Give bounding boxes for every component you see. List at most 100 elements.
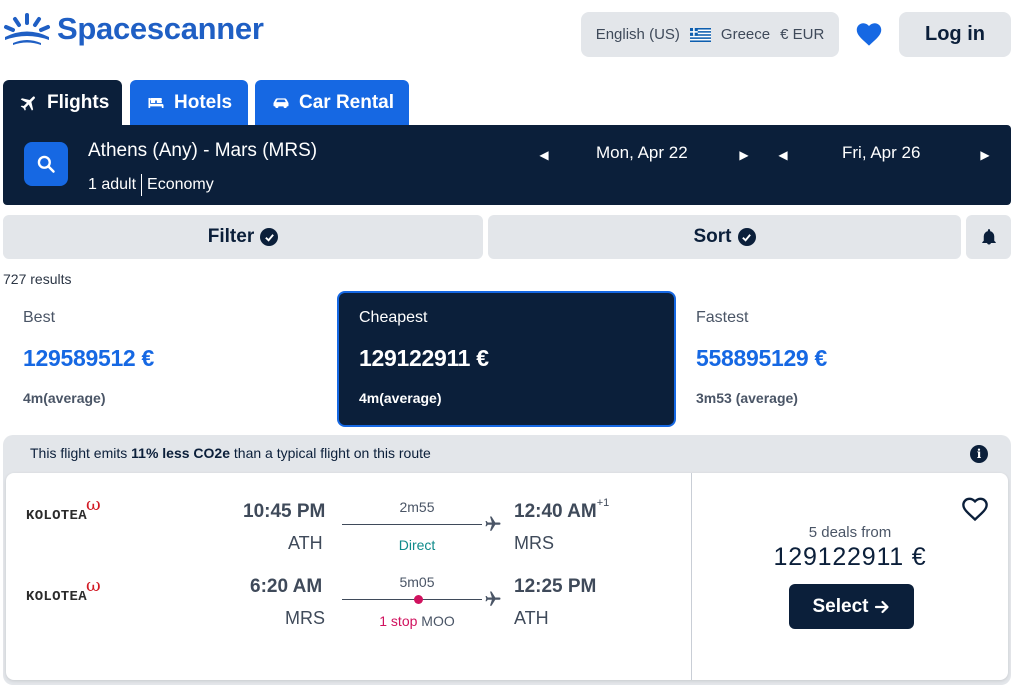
depart-next-day-button[interactable]: ▶: [734, 145, 754, 165]
sort-option-price: 558895129 €: [696, 345, 828, 371]
divider: [141, 174, 143, 196]
plane-icon: [485, 591, 501, 606]
login-button[interactable]: Log in: [899, 12, 1011, 57]
outbound-route-line: [342, 524, 482, 525]
deals-label: 5 deals from: [808, 524, 892, 541]
sort-option-label: Fastest: [696, 309, 749, 326]
passenger-cabin-summary[interactable]: 1 adult Economy: [88, 174, 214, 196]
depart-date[interactable]: Mon, Apr 22: [596, 143, 688, 163]
sort-option-fastest[interactable]: Fastest 558895129 € 3m53 (average): [676, 293, 1011, 425]
outbound-stops: Direct: [398, 537, 436, 553]
inbound-departure-time: 6:20 AM: [250, 576, 323, 597]
stop-airport: MOO: [421, 613, 455, 629]
inbound-stops: 1 stop MOO: [347, 613, 487, 629]
cabin-label: Economy: [147, 176, 214, 193]
airline-name: KOLOTEA: [26, 589, 87, 605]
flight-price: 129122911 €: [773, 543, 927, 571]
check-circle-icon: [260, 228, 279, 246]
language-label: English (US): [595, 26, 680, 43]
passengers-label: 1 adult: [88, 176, 137, 193]
stop-count: 1 stop: [379, 613, 418, 629]
sort-button[interactable]: Sort: [488, 215, 961, 259]
tab-hotels-label: Hotels: [174, 91, 233, 113]
return-prev-day-button[interactable]: ◀: [773, 145, 793, 165]
search-summary-bar: Athens (Any) - Mars (MRS) 1 adult Econom…: [3, 125, 1011, 205]
page: Spacescanner English (US) Greece € EUR L…: [0, 0, 1018, 691]
greece-flag-icon: [689, 27, 711, 42]
chevron-right-icon: ▶: [980, 148, 990, 162]
check-circle-icon: [737, 228, 756, 246]
tab-car-rental-label: Car Rental: [299, 91, 395, 113]
airline-logo: KOLOTEA ω: [26, 494, 101, 524]
inbound-arrival-code: ATH: [514, 608, 549, 628]
price-alert-button[interactable]: [966, 215, 1011, 259]
chevron-left-icon: ◀: [778, 148, 788, 162]
sunrise-logo-icon: [4, 13, 50, 45]
divider: [691, 473, 692, 680]
outbound-departure-time: 10:45 PM: [243, 501, 326, 522]
sort-option-best[interactable]: Best 129589512 € 4m(average): [3, 293, 336, 425]
inbound-duration: 5m05: [399, 574, 435, 590]
co2-notice: This flight emits 11% less CO2e than a t…: [30, 445, 431, 461]
brand-name: Spacescanner: [57, 11, 264, 46]
select-label: Select: [812, 595, 869, 617]
heart-icon: [856, 23, 882, 46]
sort-option-label: Cheapest: [359, 309, 428, 326]
filter-label: Filter: [207, 226, 255, 247]
inbound-route-line: [342, 599, 482, 600]
search-icon: [37, 155, 55, 173]
plane-icon: [485, 516, 501, 531]
filter-button[interactable]: Filter: [3, 215, 483, 259]
co2-prefix: This flight emits: [30, 445, 132, 461]
car-icon: [273, 97, 289, 108]
co2-suffix: than a typical flight on this route: [230, 445, 431, 461]
flight-result-card[interactable]: This flight emits 11% less CO2e than a t…: [3, 435, 1011, 685]
locale-selector-button[interactable]: English (US) Greece € EUR: [581, 12, 839, 57]
airline-omega-icon: ω: [86, 575, 101, 596]
heart-outline-icon[interactable]: [961, 495, 989, 523]
flight-details: KOLOTEA ω 10:45 PM ATH 2m55 Direct 12:40…: [6, 473, 1008, 680]
airline-logo: KOLOTEA ω: [26, 575, 101, 605]
airline-name: KOLOTEA: [26, 508, 87, 524]
return-date[interactable]: Fri, Apr 26: [842, 143, 920, 163]
co2-highlight: 11% less CO2e: [131, 445, 230, 461]
tab-flights-label: Flights: [47, 91, 110, 113]
info-icon[interactable]: i: [970, 445, 988, 463]
bed-icon: [148, 97, 164, 108]
country-label: Greece: [720, 26, 771, 43]
sort-option-duration: 4m(average): [359, 390, 442, 406]
tab-flights[interactable]: Flights: [3, 80, 122, 125]
sort-option-price: 129589512 €: [23, 345, 155, 371]
tab-hotels[interactable]: Hotels: [130, 80, 248, 125]
stop-dot: [414, 595, 423, 604]
sort-option-duration: 3m53 (average): [696, 390, 798, 406]
outbound-departure-code: ATH: [288, 533, 323, 553]
airline-omega-icon: ω: [86, 494, 101, 515]
chevron-right-icon: ▶: [739, 148, 749, 162]
bell-icon: [981, 229, 996, 245]
return-next-day-button[interactable]: ▶: [975, 145, 995, 165]
brand-logo[interactable]: Spacescanner: [3, 11, 264, 47]
outbound-arrival-time-value: 12:40 AM: [514, 501, 597, 522]
results-count: 727 results: [3, 271, 72, 287]
tab-car-rental[interactable]: Car Rental: [255, 80, 409, 125]
favorites-button[interactable]: [853, 18, 885, 50]
inbound-departure-code: MRS: [285, 608, 325, 628]
search-button[interactable]: [24, 142, 68, 186]
plane-icon: [20, 95, 35, 111]
currency-label: € EUR: [780, 26, 825, 43]
sort-option-cheapest[interactable]: Cheapest 129122911 € 4m(average): [339, 293, 674, 425]
chevron-left-icon: ◀: [539, 148, 549, 162]
inbound-arrival-time: 12:25 PM: [514, 576, 597, 597]
sort-option-price: 129122911 €: [359, 345, 489, 371]
sort-option-label: Best: [23, 309, 56, 326]
sort-label: Sort: [693, 226, 732, 247]
sort-option-duration: 4m(average): [23, 390, 106, 406]
route-label[interactable]: Athens (Any) - Mars (MRS): [88, 140, 317, 162]
outbound-duration: 2m55: [399, 499, 435, 515]
outbound-arrival-time: 12:40 AM+1: [514, 497, 609, 523]
outbound-arrival-code: MRS: [514, 533, 554, 553]
depart-prev-day-button[interactable]: ◀: [534, 145, 554, 165]
select-button[interactable]: Select: [789, 584, 914, 629]
day-offset: +1: [596, 497, 610, 509]
